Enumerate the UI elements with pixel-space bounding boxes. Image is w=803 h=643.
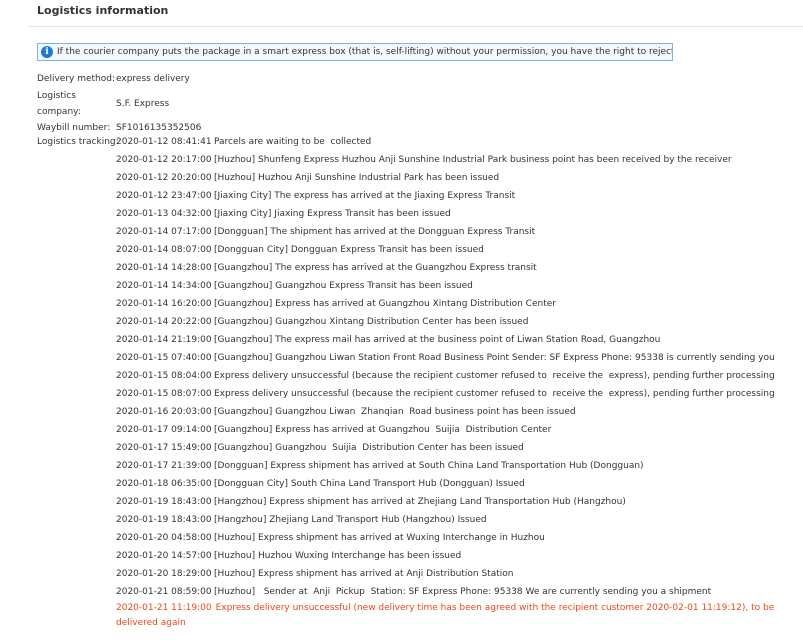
tracking-time: 2020-01-17 09:14:00: [116, 425, 212, 435]
info-icon: i: [41, 46, 53, 58]
tracking-label: Logistics tracking:: [37, 137, 119, 147]
tracking-time: 2020-01-13 04:32:00: [116, 209, 212, 219]
tracking-entry: 2020-01-14 07:17:00 [Dongguan] The shipme…: [116, 223, 796, 241]
tracking-entry: 2020-01-12 20:17:00 [Huzhou] Shunfeng Exp…: [116, 151, 796, 169]
tracking-time: 2020-01-15 07:40:00: [116, 353, 212, 363]
tracking-time: 2020-01-17 15:49:00: [116, 443, 212, 453]
tracking-entry: 2020-01-15 08:07:00 Express delivery unsu…: [116, 385, 796, 403]
notice-text: If the courier company puts the package …: [57, 47, 673, 57]
tracking-description: [Guangzhou] Guangzhou Liwan Zhanqian Roa…: [214, 407, 576, 417]
tracking-entry: 2020-01-12 23:47:00 [Jiaxing City] The ex…: [116, 187, 796, 205]
tracking-entry: 2020-01-17 09:14:00 [Guangzhou] Express h…: [116, 421, 796, 439]
tracking-entry: 2020-01-20 14:57:00 [Huzhou] Huzhou Wuxin…: [116, 547, 796, 565]
tracking-time: 2020-01-15 08:07:00: [116, 389, 212, 399]
tracking-time: 2020-01-14 20:22:00: [116, 317, 212, 327]
tracking-entry: 2020-01-20 18:29:00 [Huzhou] Express ship…: [116, 565, 796, 583]
tracking-entry: 2020-01-17 21:39:00 [Dongguan] Express sh…: [116, 457, 796, 475]
tracking-entry: 2020-01-14 14:34:00 [Guangzhou] Guangzhou…: [116, 277, 796, 295]
tracking-description: [Dongguan] Express shipment has arrived …: [214, 461, 644, 471]
tracking-time: 2020-01-16 20:03:00: [116, 407, 212, 417]
tracking-entry: 2020-01-20 04:58:00 [Huzhou] Express ship…: [116, 529, 796, 547]
tracking-entry: 2020-01-18 06:35:00 [Dongguan City] South…: [116, 475, 796, 493]
tracking-entry: 2020-01-12 08:41:41 Parcels are waiting t…: [116, 133, 796, 151]
tracking-time: 2020-01-19 18:43:00: [116, 497, 212, 507]
tracking-description: [Huzhou] Express shipment has arrived at…: [214, 533, 545, 543]
tracking-description: [Guangzhou] Guangzhou Suijia Distributio…: [214, 443, 524, 453]
tracking-description: Parcels are waiting to be collected: [214, 137, 372, 147]
tracking-description: [Guangzhou] The express has arrived at t…: [214, 263, 537, 273]
tracking-description: [Hangzhou] Zhejiang Land Transport Hub (…: [214, 515, 487, 525]
tracking-time: 2020-01-14 07:17:00: [116, 227, 212, 237]
tracking-description: [Guangzhou] Guangzhou Liwan Station Fron…: [214, 353, 775, 363]
tracking-description: Express delivery unsuccessful (new deliv…: [116, 603, 775, 628]
tracking-entry: 2020-01-21 08:59:00 [Huzhou] Sender at An…: [116, 583, 796, 601]
tracking-description: [Jiaxing City] Jiaxing Express Transit h…: [214, 209, 451, 219]
tracking-time: 2020-01-12 08:41:41: [116, 137, 212, 147]
tracking-description: [Hangzhou] Express shipment has arrived …: [214, 497, 626, 507]
tracking-description: [Huzhou] Sender at Anji Pickup Station: …: [214, 587, 712, 597]
tracking-time: 2020-01-14 14:34:00: [116, 281, 212, 291]
tracking-description: [Guangzhou] Express has arrived at Guang…: [214, 425, 552, 435]
tracking-time: 2020-01-14 14:28:00: [116, 263, 212, 273]
tracking-time: 2020-01-20 18:29:00: [116, 569, 212, 579]
tracking-time: 2020-01-15 08:04:00: [116, 371, 212, 381]
tracking-description: [Guangzhou] Guangzhou Express Transit ha…: [214, 281, 473, 291]
logistics-company-label-line1: Logistics: [37, 91, 76, 101]
delivery-method-value: express delivery: [116, 74, 190, 84]
tracking-time: 2020-01-19 18:43:00: [116, 515, 212, 525]
tracking-time: 2020-01-12 20:17:00: [116, 155, 212, 165]
tracking-time: 2020-01-14 08:07:00: [116, 245, 212, 255]
tracking-description: [Huzhou] Express shipment has arrived at…: [214, 569, 514, 579]
tracking-entry: 2020-01-14 16:20:00 [Guangzhou] Express h…: [116, 295, 796, 313]
tracking-entry: 2020-01-15 07:40:00 [Guangzhou] Guangzhou…: [116, 349, 796, 367]
tracking-description: [Jiaxing City] The express has arrived a…: [214, 191, 516, 201]
tracking-entry: 2020-01-17 15:49:00 [Guangzhou] Guangzhou…: [116, 439, 796, 457]
tracking-description: [Guangzhou] Express has arrived at Guang…: [214, 299, 556, 309]
tracking-time: 2020-01-12 23:47:00: [116, 191, 212, 201]
tracking-entry: 2020-01-21 11:19:00 Express delivery unsu…: [116, 601, 796, 631]
logistics-company-label-line2: company:: [37, 107, 81, 117]
tracking-entry: 2020-01-13 04:32:00 [Jiaxing City] Jiaxin…: [116, 205, 796, 223]
tracking-time: 2020-01-18 06:35:00: [116, 479, 212, 489]
tracking-time: 2020-01-14 21:19:00: [116, 335, 212, 345]
tracking-description: [Huzhou] Huzhou Anji Sunshine Industrial…: [214, 173, 500, 183]
tracking-time: 2020-01-21 11:19:00: [116, 603, 212, 613]
tracking-description: [Dongguan] The shipment has arrived at t…: [214, 227, 536, 237]
tracking-entry: 2020-01-15 08:04:00 Express delivery unsu…: [116, 367, 796, 385]
tracking-description: Express delivery unsuccessful (because t…: [214, 371, 775, 381]
tracking-entry: 2020-01-14 21:19:00 [Guangzhou] The expre…: [116, 331, 796, 349]
tracking-entry: 2020-01-14 08:07:00 [Dongguan City] Dongg…: [116, 241, 796, 259]
tracking-description: [Dongguan City] South China Land Transpo…: [214, 479, 525, 489]
tracking-entry: 2020-01-14 20:22:00 [Guangzhou] Guangzhou…: [116, 313, 796, 331]
notice-banner: i If the courier company puts the packag…: [37, 43, 673, 61]
tracking-time: 2020-01-20 04:58:00: [116, 533, 212, 543]
tracking-entry: 2020-01-16 20:03:00 [Guangzhou] Guangzhou…: [116, 403, 796, 421]
title-divider: [28, 26, 803, 27]
delivery-method-label: Delivery method:: [37, 74, 116, 84]
section-title: Logistics information: [37, 4, 169, 17]
tracking-description: [Huzhou] Huzhou Wuxing Interchange has b…: [214, 551, 462, 561]
tracking-time: 2020-01-14 16:20:00: [116, 299, 212, 309]
tracking-description: [Guangzhou] Guangzhou Xintang Distributi…: [214, 317, 529, 327]
tracking-description: [Dongguan City] Dongguan Express Transit…: [214, 245, 484, 255]
tracking-time: 2020-01-17 21:39:00: [116, 461, 212, 471]
tracking-entry: 2020-01-19 18:43:00 [Hangzhou] Zhejiang L…: [116, 511, 796, 529]
logistics-company-value: S.F. Express: [116, 99, 170, 109]
tracking-time: 2020-01-20 14:57:00: [116, 551, 212, 561]
tracking-time: 2020-01-21 08:59:00: [116, 587, 212, 597]
tracking-description: [Huzhou] Shunfeng Express Huzhou Anji Su…: [214, 155, 732, 165]
tracking-entry: 2020-01-14 14:28:00 [Guangzhou] The expre…: [116, 259, 796, 277]
tracking-description: Express delivery unsuccessful (because t…: [214, 389, 775, 399]
tracking-entry: 2020-01-19 18:43:00 [Hangzhou] Express sh…: [116, 493, 796, 511]
tracking-description: [Guangzhou] The express mail has arrived…: [214, 335, 661, 345]
tracking-time: 2020-01-12 20:20:00: [116, 173, 212, 183]
tracking-entry: 2020-01-12 20:20:00 [Huzhou] Huzhou Anji …: [116, 169, 796, 187]
